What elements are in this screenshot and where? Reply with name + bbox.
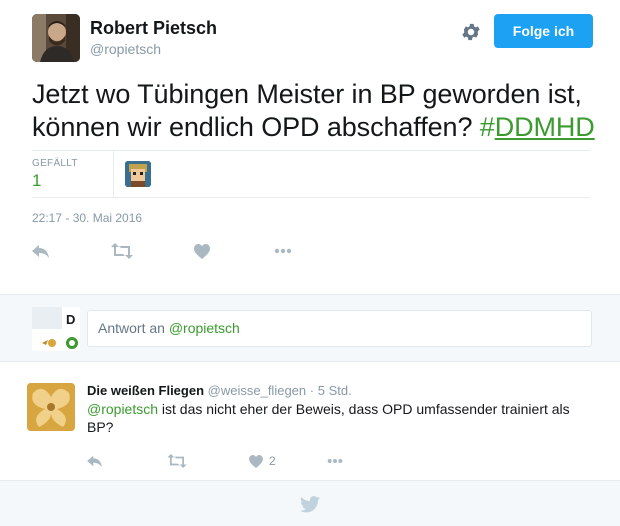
reply-text-body: ist das nicht eher der Beweis, dass OPD … <box>87 401 570 435</box>
reply-text-mention[interactable]: @ropietsch <box>87 401 158 417</box>
retweet-icon[interactable] <box>167 451 187 471</box>
svg-text:D: D <box>66 312 75 327</box>
tweet-actions <box>32 241 332 261</box>
reply-composer: D Antwort an @ropietsch <box>0 294 620 362</box>
heart-icon[interactable]: 2 <box>249 451 276 471</box>
twitter-bird-icon[interactable] <box>300 496 320 518</box>
reply-text: @ropietsch ist das nicht eher der Beweis… <box>87 400 587 436</box>
liker-avatar[interactable] <box>125 161 151 187</box>
hashtag-text: DDMHD <box>494 112 595 142</box>
reply-tweet[interactable]: Die weißen Fliegen @weisse_fliegen · 5 S… <box>0 370 620 476</box>
retweet-icon[interactable] <box>111 241 133 261</box>
tweet-header: Robert Pietsch @ropietsch Folge ich <box>32 14 593 64</box>
author-name[interactable]: Robert Pietsch <box>90 18 217 39</box>
reply-mention: @ropietsch <box>168 320 240 336</box>
heart-icon[interactable] <box>194 241 210 261</box>
reply-icon[interactable] <box>32 241 50 261</box>
reply-author-avatar[interactable] <box>27 383 75 431</box>
gear-icon[interactable] <box>460 21 482 43</box>
tweet-text: Jetzt wo Tübingen Meister in BP geworden… <box>32 78 602 144</box>
author-screen-name[interactable]: @ropietsch <box>90 41 161 57</box>
more-icon[interactable] <box>274 241 292 261</box>
hashtag-symbol: # <box>479 112 495 142</box>
follow-button[interactable]: Folge ich <box>494 14 593 48</box>
stats-divider <box>113 151 114 197</box>
reply-actions: 2 <box>87 451 387 469</box>
more-icon[interactable] <box>327 451 343 471</box>
hashtag-link[interactable]: #DDMHD <box>480 112 595 142</box>
reply-input[interactable]: Antwort an @ropietsch <box>87 310 592 347</box>
likes-count[interactable]: 1 <box>32 171 41 191</box>
tweet-stats: GEFÄLLT 1 <box>32 150 590 198</box>
tweet-timestamp[interactable]: 22:17 - 30. Mai 2016 <box>32 211 142 225</box>
reply-icon[interactable] <box>87 451 103 471</box>
reply-author-name[interactable]: Die weißen Fliegen <box>87 383 204 398</box>
author-avatar[interactable] <box>32 14 80 62</box>
reply-time[interactable]: 5 Std. <box>318 383 352 398</box>
embed-footer <box>0 480 620 526</box>
reply-author-screen-name[interactable]: @weisse_fliegen <box>208 383 306 398</box>
reply-like-count: 2 <box>269 454 276 468</box>
likes-label[interactable]: GEFÄLLT <box>32 158 78 169</box>
reply-prefix: Antwort an <box>98 320 169 336</box>
viewer-avatar: D <box>32 307 80 351</box>
reply-separator: · <box>309 383 315 398</box>
reply-header: Die weißen Fliegen @weisse_fliegen · 5 S… <box>87 383 352 398</box>
